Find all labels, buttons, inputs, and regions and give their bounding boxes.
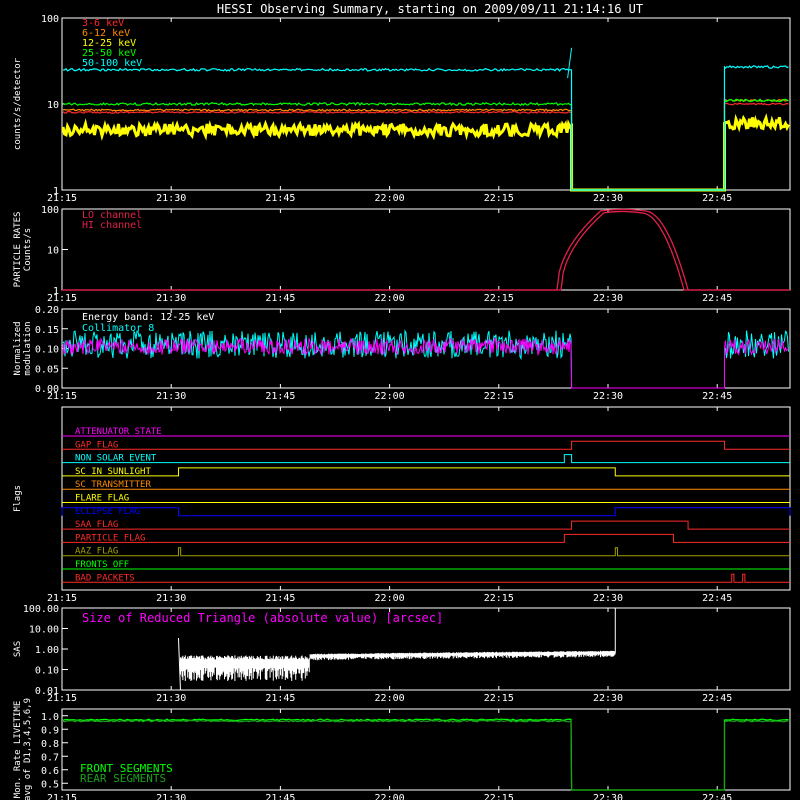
y-tick-label: 1 <box>53 186 59 197</box>
x-tick-label: 22:30 <box>593 293 623 304</box>
y-tick-label: 0.8 <box>41 739 59 750</box>
x-tick-label: 21:30 <box>156 293 186 304</box>
y-axis-label: modulation <box>23 321 33 375</box>
y-tick-label: 0.10 <box>35 345 59 356</box>
y-tick-label: 0.01 <box>35 686 59 697</box>
y-axis-label: PARTICLE RATES <box>13 212 23 288</box>
flag-line-gap-flag <box>62 440 790 450</box>
y-axis-label: counts/s/detector <box>13 57 23 150</box>
y-tick-label: 1.0 <box>41 712 59 723</box>
panel-frame-4 <box>61 406 791 591</box>
x-tick-label: 22:30 <box>593 793 623 800</box>
flag-line-saa-flag <box>62 520 790 530</box>
y-axis-label: Mon. Rate LIVETIME <box>13 701 23 799</box>
x-tick-label: 21:30 <box>156 593 186 604</box>
y-tick-label: 100 <box>41 205 59 216</box>
figure-title: HESSI Observing Summary, starting on 200… <box>217 2 643 16</box>
x-tick-label: 21:45 <box>265 391 295 402</box>
x-tick-label: 22:15 <box>484 193 514 204</box>
x-tick-label: 22:45 <box>702 593 732 604</box>
panel-annotation: Size of Reduced Triangle (absolute value… <box>82 611 443 625</box>
series-FRONT-SEGMENTS <box>62 718 789 791</box>
y-tick-label: 100.00 <box>23 604 59 615</box>
x-tick-label: 21:45 <box>265 593 295 604</box>
y-tick-label: 0.7 <box>41 752 59 763</box>
y-tick-label: 10 <box>47 246 59 257</box>
x-tick-label: 22:15 <box>484 793 514 800</box>
x-tick-label: 21:45 <box>265 793 295 800</box>
y-tick-label: 10.00 <box>29 625 59 636</box>
x-tick-label: 21:45 <box>265 193 295 204</box>
x-tick-label: 22:15 <box>484 693 514 704</box>
y-tick-label: 0.5 <box>41 779 59 790</box>
y-tick-label: 0.10 <box>35 666 59 677</box>
x-tick-label: 21:30 <box>156 793 186 800</box>
x-tick-label: 22:30 <box>593 593 623 604</box>
x-tick-label: 21:30 <box>156 693 186 704</box>
flag-line-aaz-flag <box>62 547 790 557</box>
x-tick-label: 22:00 <box>375 593 405 604</box>
flag-line-bad-packets <box>62 573 790 583</box>
x-tick-label: 22:00 <box>375 793 405 800</box>
x-tick-label: 22:00 <box>375 391 405 402</box>
x-tick-label: 22:00 <box>375 193 405 204</box>
x-tick-label: 22:00 <box>375 693 405 704</box>
series-HI-channel <box>62 210 790 291</box>
y-axis-label: avg of D1,3,4,5,6,9 <box>23 698 33 800</box>
series-Collimator-8 <box>62 329 789 389</box>
x-tick-label: 21:15 <box>47 293 77 304</box>
x-tick-label: 21:15 <box>47 593 77 604</box>
x-tick-label: 22:30 <box>593 693 623 704</box>
x-tick-label: 22:30 <box>593 391 623 402</box>
y-axis-label: SAS <box>13 641 23 657</box>
x-tick-label: 22:15 <box>484 293 514 304</box>
y-tick-label: 1 <box>53 286 59 297</box>
y-tick-label: 10 <box>47 100 59 111</box>
y-tick-label: 0.6 <box>41 766 59 777</box>
observing-summary-figure: HESSI Observing Summary, starting on 200… <box>13 2 791 800</box>
series-12-25-keV <box>61 113 790 192</box>
flag-line-non-solar-event <box>62 454 790 464</box>
x-tick-label: 22:45 <box>702 293 732 304</box>
x-tick-label: 21:45 <box>265 693 295 704</box>
flag-line-eclipse-flag <box>61 507 791 517</box>
flag-line-particle-flag <box>62 533 790 543</box>
legend-entry: HI channel <box>82 220 142 231</box>
series-REAR-SEGMENTS <box>62 719 789 791</box>
flag-line-sc-in-sunlight <box>62 467 790 477</box>
series-6-12-keV <box>62 98 789 191</box>
y-tick-label: 0.00 <box>35 384 59 395</box>
x-tick-label: 22:30 <box>593 193 623 204</box>
series-3-6-keV <box>62 102 789 191</box>
x-tick-label: 21:15 <box>47 193 77 204</box>
y-axis-label: Flags <box>13 485 23 512</box>
y-tick-label: 0.05 <box>35 364 59 375</box>
x-tick-label: 22:45 <box>702 793 732 800</box>
x-tick-label: 21:30 <box>156 391 186 402</box>
x-tick-label: 22:15 <box>484 391 514 402</box>
y-tick-label: 100 <box>41 14 59 25</box>
x-tick-label: 22:45 <box>702 693 732 704</box>
x-tick-label: 21:30 <box>156 193 186 204</box>
x-tick-label: 21:45 <box>265 293 295 304</box>
x-tick-label: 22:00 <box>375 293 405 304</box>
x-tick-label: 22:45 <box>702 193 732 204</box>
legend-entry: 50-100 keV <box>82 58 142 69</box>
y-axis-label: Counts/s <box>23 228 33 271</box>
y-tick-label: 1.00 <box>35 645 59 656</box>
x-tick-label: 21:15 <box>47 793 77 800</box>
legend-entry: REAR SEGMENTS <box>80 772 166 785</box>
y-tick-label: 0.15 <box>35 325 59 336</box>
y-tick-label: 0.9 <box>41 725 59 736</box>
y-axis-label: Normalized <box>13 321 23 375</box>
legend-entry: Collimator 8 <box>82 323 154 334</box>
y-tick-label: 0.20 <box>35 305 59 316</box>
x-tick-label: 22:15 <box>484 593 514 604</box>
x-tick-label: 22:45 <box>702 391 732 402</box>
panel-annotation: Energy band: 12-25 keV <box>82 312 214 323</box>
